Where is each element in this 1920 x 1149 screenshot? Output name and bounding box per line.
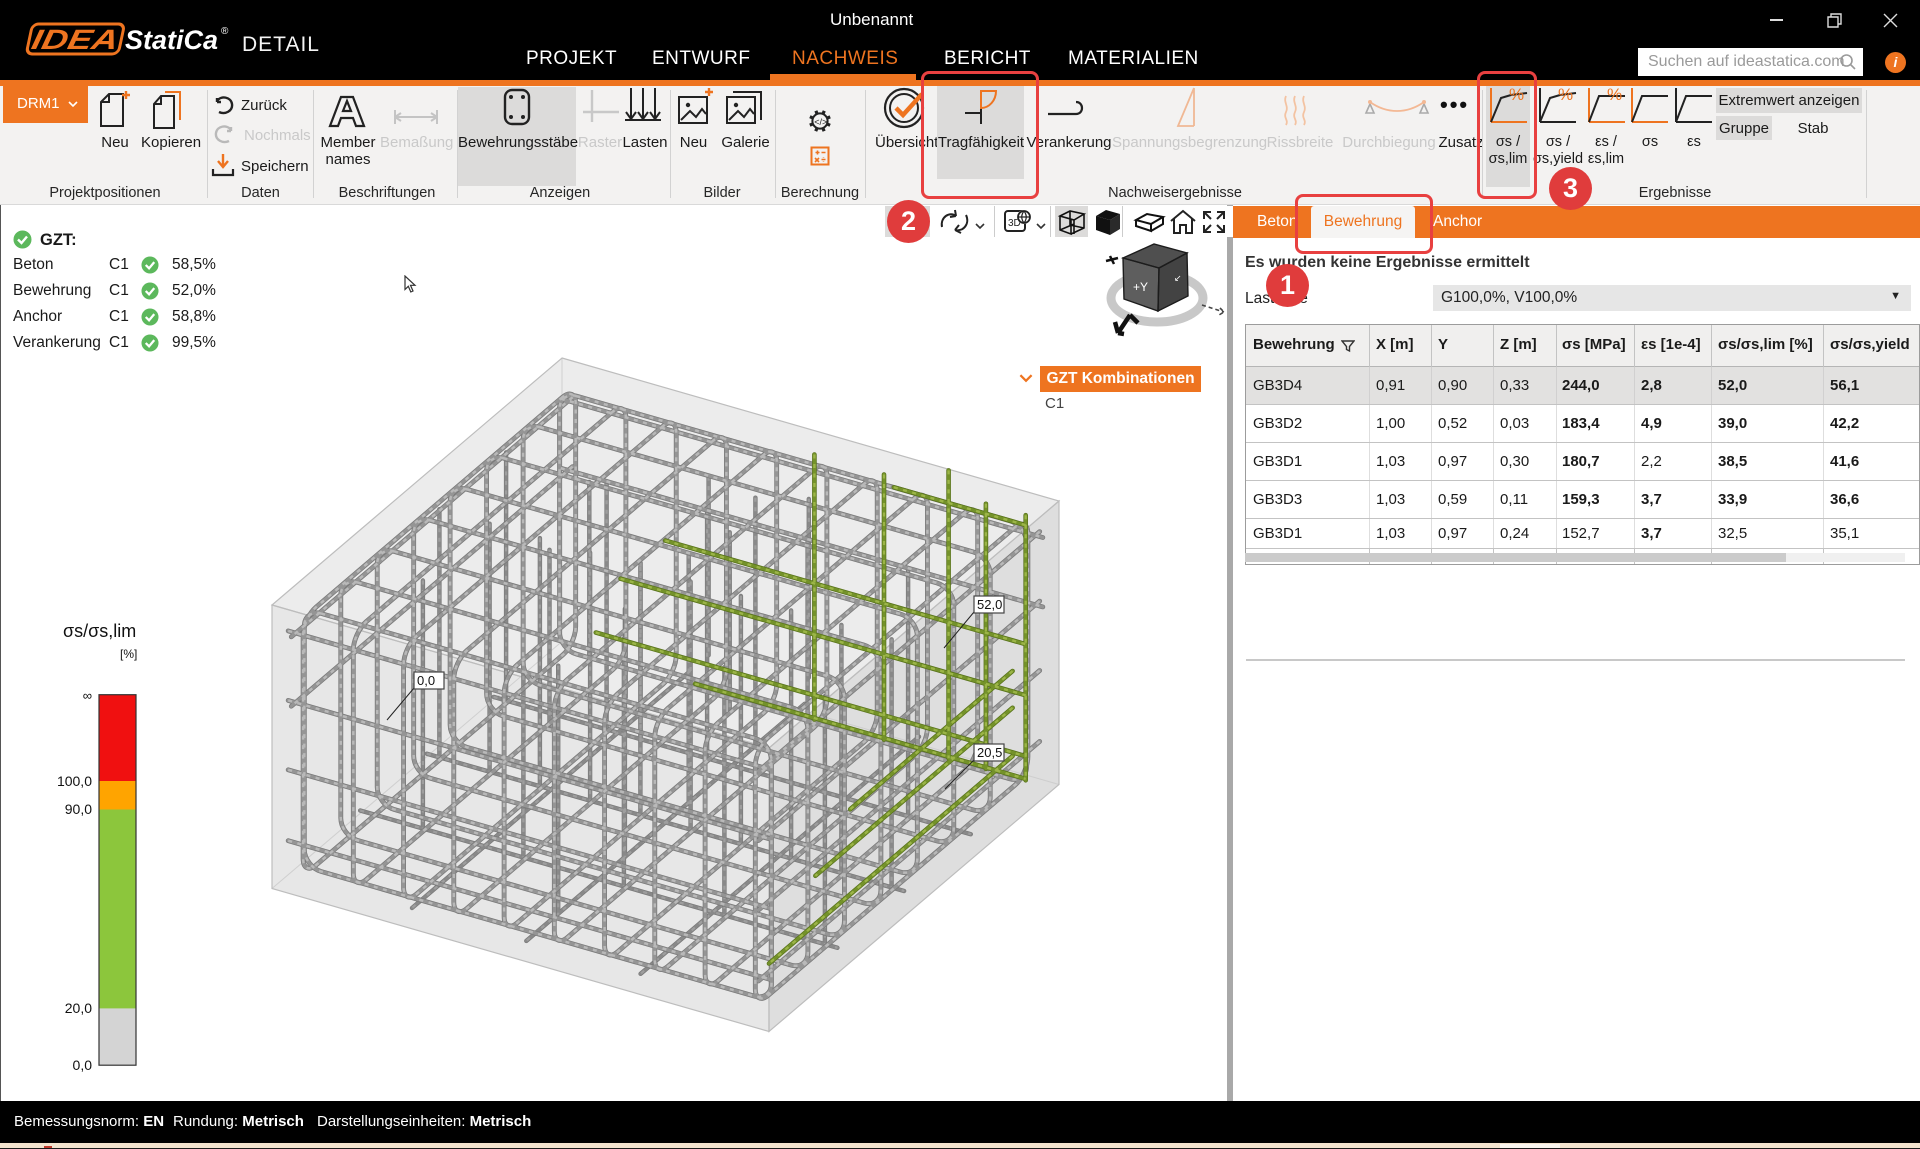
svg-text:20,5: 20,5 [977,745,1002,760]
svg-text:StatiCa: StatiCa [125,25,218,55]
svg-text:20,0: 20,0 [65,1000,92,1016]
svg-text:+Y: +Y [1133,280,1148,294]
svg-text:0,0: 0,0 [417,673,435,688]
svg-text:%: % [1558,86,1573,104]
svg-text:</>: </> [814,117,827,127]
svg-text:IDEA: IDEA [29,23,122,55]
svg-text:σs/σs,lim: σs/σs,lim [63,621,136,641]
svg-text:↙: ↙ [1174,273,1182,283]
svg-text:52,0: 52,0 [977,597,1002,612]
svg-text:∞: ∞ [83,688,92,703]
svg-text:®: ® [221,26,229,37]
svg-text:%: % [1607,86,1622,104]
svg-text:90,0: 90,0 [65,801,92,817]
svg-text:100,0: 100,0 [57,773,92,789]
svg-text:0,0: 0,0 [73,1057,93,1073]
svg-text:[%]: [%] [120,647,137,661]
